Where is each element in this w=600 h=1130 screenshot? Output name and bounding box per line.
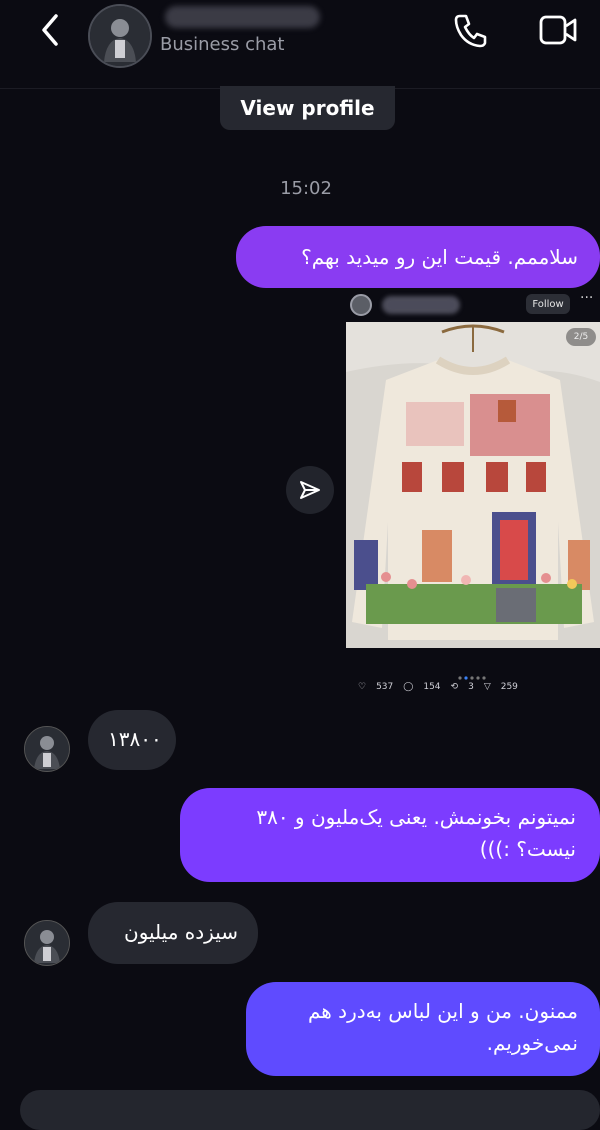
repost-icon[interactable]: ⟲	[451, 682, 459, 692]
contact-avatar-small[interactable]	[24, 920, 70, 966]
incoming-message[interactable]: سیزده میلیون	[88, 902, 258, 964]
view-profile-button[interactable]: View profile	[220, 86, 395, 130]
shared-post[interactable]: Follow ··· 2/5 ♡ 537 ◯ 154 ⟲ 3 ▽ 259	[344, 288, 600, 692]
message-composer[interactable]	[20, 1090, 600, 1130]
back-chevron-icon[interactable]	[36, 10, 64, 50]
post-engagement-row: ♡ 537 ◯ 154 ⟲ 3 ▽ 259	[358, 680, 598, 694]
carousel-dots	[454, 666, 494, 680]
shares-count: 259	[500, 682, 518, 692]
contact-avatar-small[interactable]	[24, 726, 70, 772]
reposts-count: 3	[468, 682, 474, 692]
message-timestamp: 15:02	[280, 178, 332, 199]
outgoing-message[interactable]: سلاممم. قیمت این رو میدید بهم؟	[236, 226, 600, 288]
phone-icon[interactable]	[450, 10, 490, 50]
outgoing-message[interactable]: نمیتونم بخونمش. یعنی یک‌ملیون و ۳۸۰ نیست…	[180, 788, 600, 882]
contact-subtitle: Business chat	[160, 34, 285, 55]
likes-count: 537	[376, 682, 394, 692]
post-author-redacted	[382, 296, 460, 314]
send-icon[interactable]: ▽	[484, 682, 491, 692]
comment-icon[interactable]: ◯	[403, 682, 413, 692]
incoming-message[interactable]: ۱۳۸۰۰	[88, 710, 176, 770]
more-options-icon[interactable]: ···	[580, 290, 593, 306]
heart-icon[interactable]: ♡	[358, 682, 366, 692]
follow-button[interactable]: Follow	[526, 294, 570, 314]
share-paper-plane-icon[interactable]	[286, 466, 334, 514]
outgoing-message[interactable]: ممنون. من و این لباس به‌درد هم نمی‌خوریم…	[246, 982, 600, 1076]
comments-count: 154	[423, 682, 441, 692]
video-camera-icon[interactable]	[535, 10, 581, 50]
image-counter: 2/5	[566, 328, 596, 346]
chat-header: Business chat	[0, 0, 600, 89]
contact-avatar[interactable]	[88, 4, 152, 68]
contact-name-redacted	[165, 6, 320, 28]
post-author-avatar	[350, 294, 372, 316]
sweater-image[interactable]	[346, 322, 600, 648]
